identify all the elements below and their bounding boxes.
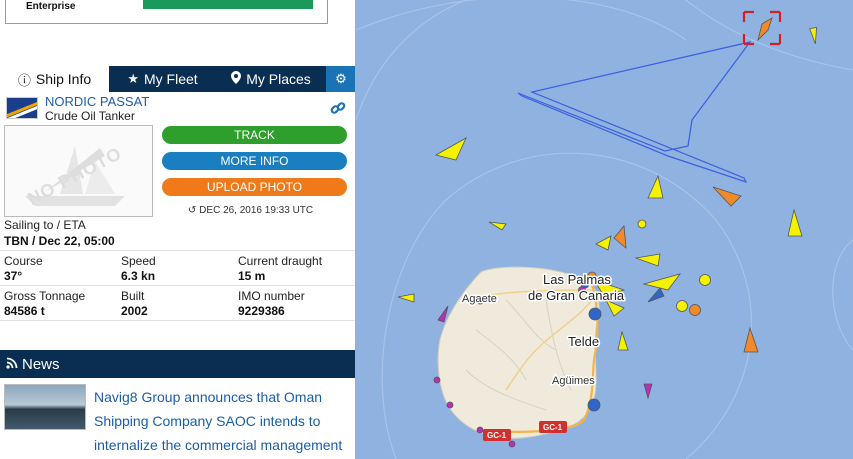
position-timestamp: ↺ DEC 26, 2016 19:33 UTC	[188, 205, 313, 216]
settings-button[interactable]: ⚙	[326, 66, 355, 92]
flag-icon	[6, 97, 38, 119]
tab-ship-info-label: Ship Info	[35, 71, 92, 87]
ad-bar	[143, 0, 313, 9]
speed-label: Speed	[121, 254, 156, 268]
built-value: 2002	[121, 304, 148, 318]
ship-name[interactable]: NORDIC PASSAT	[45, 94, 149, 109]
ship-photo-placeholder[interactable]: NO PHOTO	[4, 125, 153, 217]
tanker-vessel-icon	[676, 300, 688, 312]
link-icon[interactable]	[330, 100, 346, 120]
built-label: Built	[121, 289, 145, 303]
tab-my-places[interactable]: My Places	[216, 66, 326, 92]
place-label-telde: Telde	[568, 334, 599, 349]
special-vessel-icon	[446, 401, 454, 409]
place-label-las-palmas: Las Palmas	[543, 272, 611, 287]
place-label-agaete: Agaete	[462, 293, 497, 305]
place-label-de-gran-canaria: de Gran Canaria	[528, 288, 625, 303]
draught-value: 15 m	[238, 269, 266, 283]
gear-icon: ⚙	[335, 71, 347, 86]
road-label-gc1-b: GC-1	[543, 423, 563, 432]
road-shield-gc1-b: GC-1	[539, 421, 567, 433]
gross-tonnage-value: 84586 t	[4, 304, 45, 318]
ad-label: Enterprise	[26, 1, 76, 12]
divider	[0, 320, 355, 321]
map-pin-icon	[231, 71, 242, 87]
divider	[0, 250, 355, 251]
news-header-label: News	[22, 355, 60, 373]
divider	[0, 285, 355, 286]
course-label: Course	[4, 254, 43, 268]
place-label-aguimes: Agüimes	[552, 375, 595, 387]
rss-icon	[6, 356, 18, 373]
course-value: 37°	[4, 269, 23, 283]
info-icon: ⓘ	[17, 72, 31, 88]
passenger-vessel-icon	[588, 307, 602, 321]
draught-label: Current draught	[238, 254, 323, 268]
upload-photo-button[interactable]: UPLOAD PHOTO	[162, 178, 347, 196]
news-item-link[interactable]: Navig8 Group announces that Oman Shippin…	[94, 385, 352, 457]
news-header: News	[0, 350, 355, 378]
vessel-map[interactable]: GC-1 GC-1 Agaete Las Palmas de Gran Cana…	[356, 0, 853, 459]
timestamp-text: DEC 26, 2016 19:33 UTC	[199, 205, 314, 216]
imo-label: IMO number	[238, 289, 305, 303]
road-shield-gc1-a: GC-1	[483, 429, 511, 441]
road-label-gc1-a: GC-1	[487, 431, 507, 440]
star-icon: ★	[127, 71, 139, 86]
history-icon: ↺	[188, 205, 197, 216]
ship-type: Crude Oil Tanker	[45, 109, 135, 123]
tab-my-fleet[interactable]: ★ My Fleet	[109, 66, 216, 92]
tanker-vessel-icon	[699, 274, 711, 286]
tanker-vessel-icon	[637, 219, 647, 229]
sailing-to-label: Sailing to / ETA	[4, 218, 86, 232]
special-vessel-icon	[508, 440, 516, 448]
track-button[interactable]: TRACK	[162, 126, 347, 144]
special-vessel-icon	[476, 426, 484, 434]
sailing-to-value: TBN / Dec 22, 05:00	[4, 234, 115, 248]
sea	[356, 0, 853, 459]
tab-my-fleet-label: My Fleet	[143, 71, 198, 87]
more-info-button[interactable]: MORE INFO	[162, 152, 347, 170]
ship-info-panel: Enterprise ⓘ Ship Info ★ My Fleet My Pla…	[0, 0, 356, 459]
panel-tabs: ⓘ Ship Info ★ My Fleet My Places ⚙	[0, 66, 355, 92]
passenger-vessel-icon	[587, 398, 601, 412]
cargo-vessel-icon	[689, 304, 701, 316]
speed-value: 6.3 kn	[121, 269, 156, 283]
tab-my-places-label: My Places	[246, 71, 311, 87]
gross-tonnage-label: Gross Tonnage	[4, 289, 86, 303]
special-vessel-icon	[433, 376, 441, 384]
ad-banner[interactable]: Enterprise	[5, 0, 328, 24]
tab-ship-info[interactable]: ⓘ Ship Info	[0, 66, 109, 92]
imo-value: 9229386	[238, 304, 285, 318]
news-thumbnail[interactable]	[4, 384, 86, 430]
